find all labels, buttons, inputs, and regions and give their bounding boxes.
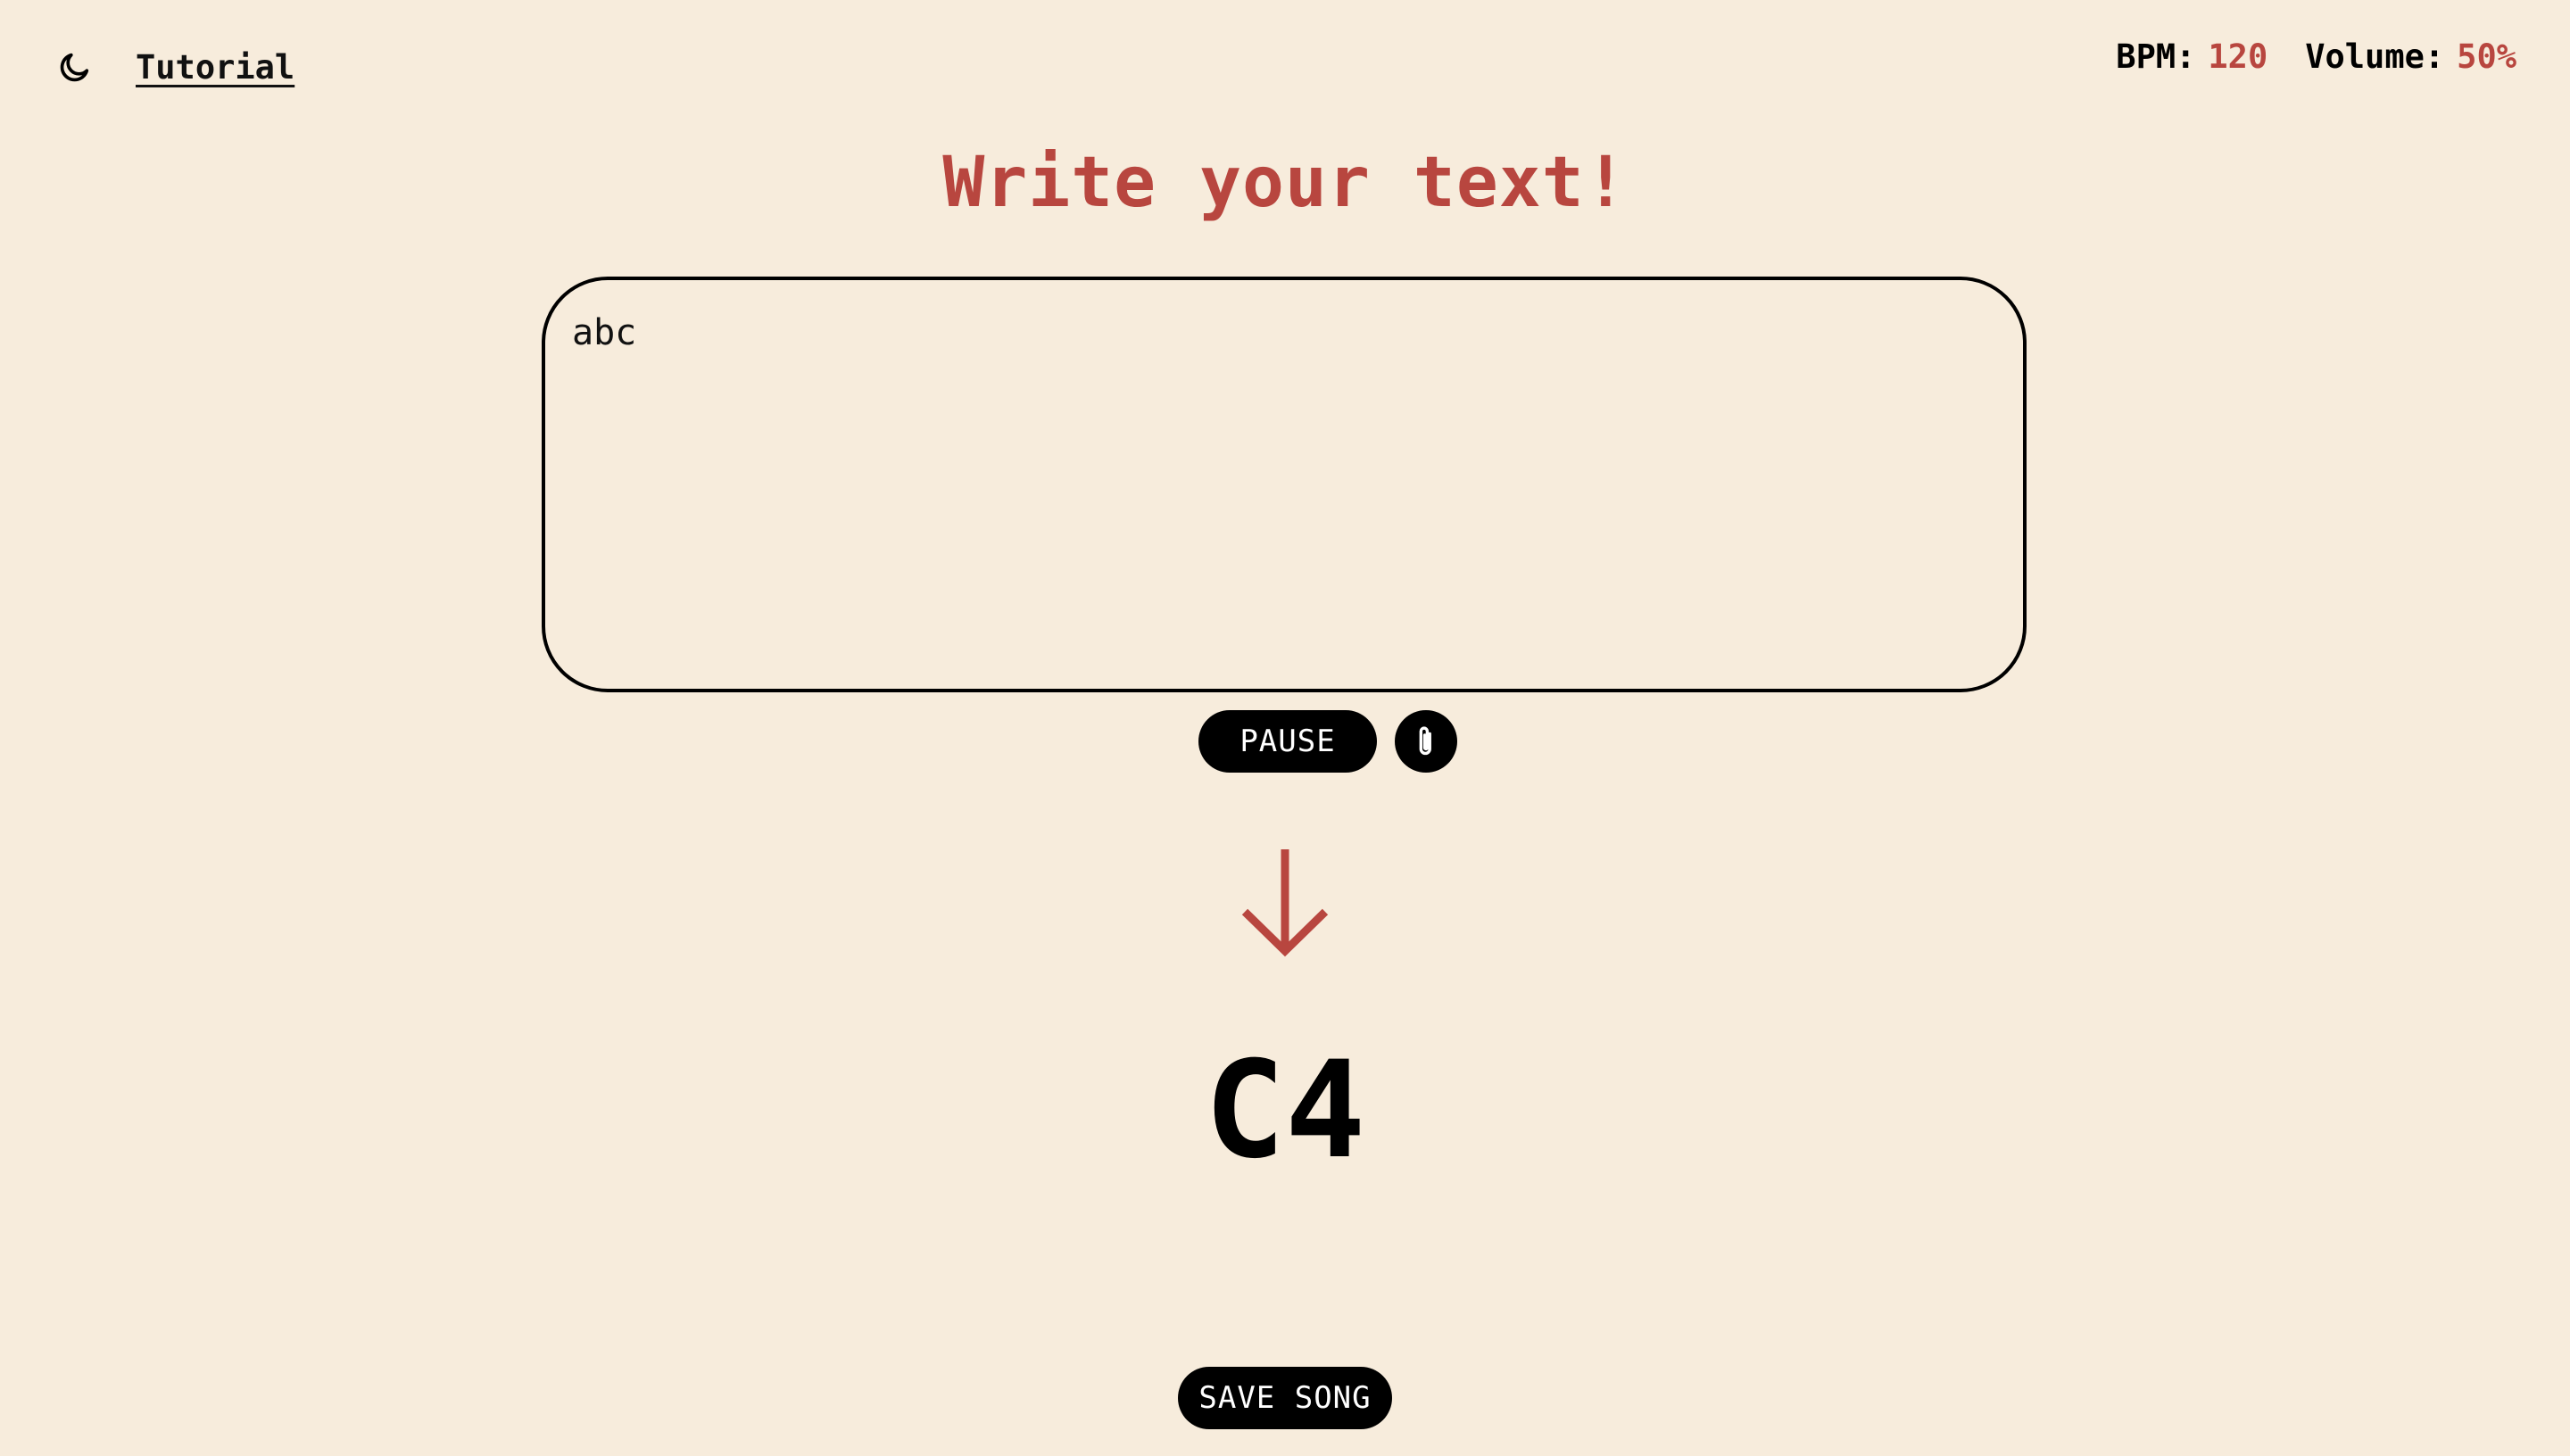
arrow-down-icon xyxy=(1241,849,1329,957)
bpm-value[interactable]: 120 xyxy=(2208,37,2267,76)
text-input[interactable]: abc xyxy=(542,277,2027,692)
volume-value[interactable]: 50% xyxy=(2457,37,2516,76)
pause-button[interactable]: PAUSE xyxy=(1198,710,1377,773)
save-area: SAVE SONG xyxy=(0,1367,2570,1429)
moon-icon[interactable] xyxy=(54,46,96,88)
playback-controls: PAUSE xyxy=(0,710,2570,773)
volume-label: Volume: xyxy=(2305,37,2445,76)
bpm-label: BPM: xyxy=(2116,37,2196,76)
paperclip-icon xyxy=(1419,726,1431,756)
playback-settings: BPM: 120 Volume: 50% xyxy=(2116,37,2516,76)
page-title: Write your text! xyxy=(942,143,1628,223)
tutorial-link[interactable]: Tutorial xyxy=(136,48,294,87)
top-left-bar: Tutorial xyxy=(54,43,294,91)
save-song-button[interactable]: SAVE SONG xyxy=(1178,1367,1392,1429)
current-note: C4 xyxy=(1204,1033,1366,1188)
attach-button[interactable] xyxy=(1395,710,1457,773)
